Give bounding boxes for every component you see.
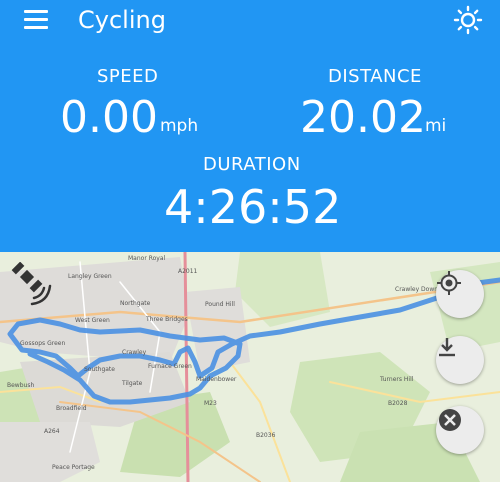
satellite-icon <box>8 261 58 308</box>
road-label: A264 <box>44 428 60 435</box>
download-button[interactable] <box>436 336 484 384</box>
map-label: Furnace Green <box>148 363 192 370</box>
duration-label: DURATION <box>203 154 301 175</box>
map-label: Broadfield <box>56 405 87 412</box>
map-label: Crawley <box>122 349 147 356</box>
stats-header: Cycling SPEED 0.00 mph DISTANCE 20.02 mi… <box>0 0 500 252</box>
speed-unit: mph <box>160 116 199 136</box>
map-label: Pound Hill <box>205 301 235 308</box>
map-label: Langley Green <box>68 273 112 280</box>
menu-icon-bar <box>24 18 48 21</box>
map-label: Bewbush <box>7 382 35 389</box>
map-view[interactable]: Manor Royal Langley Green Northgate Poun… <box>0 252 500 482</box>
road-label: B2036 <box>256 432 276 439</box>
map-label: Northgate <box>120 300 151 307</box>
map-label: Peace Portage <box>52 464 95 471</box>
map-label: Maidenbower <box>196 376 237 383</box>
map-label: Southgate <box>84 366 115 373</box>
map-label: Gossops Green <box>20 340 66 347</box>
my-location-icon <box>437 271 461 295</box>
menu-button[interactable] <box>24 10 48 30</box>
speed-label: SPEED <box>97 66 159 87</box>
brightness-icon[interactable] <box>453 5 483 35</box>
map-label: Three Bridges <box>146 316 188 323</box>
road-label: M23 <box>204 400 217 407</box>
map-label: Tilgate <box>122 380 143 387</box>
my-location-button[interactable] <box>436 270 484 318</box>
menu-icon-bar <box>24 10 48 13</box>
location-off-icon <box>439 409 461 431</box>
distance-label: DISTANCE <box>328 66 422 87</box>
download-icon <box>439 338 455 357</box>
road-label: B2028 <box>388 400 408 407</box>
duration-value: 4:26:52 <box>164 180 342 234</box>
distance-value: 20.02 <box>300 92 426 143</box>
speed-value: 0.00 <box>60 92 158 143</box>
distance-unit: mi <box>425 116 447 136</box>
map-label: West Green <box>75 317 110 324</box>
menu-icon-bar <box>24 26 48 29</box>
map-label: Manor Royal <box>128 255 166 262</box>
map-label: Turners Hill <box>380 376 414 383</box>
location-off-button[interactable] <box>436 406 484 454</box>
road-label: A2011 <box>178 268 198 275</box>
app-title: Cycling <box>78 6 166 34</box>
map-label: Crawley Down <box>395 286 439 293</box>
